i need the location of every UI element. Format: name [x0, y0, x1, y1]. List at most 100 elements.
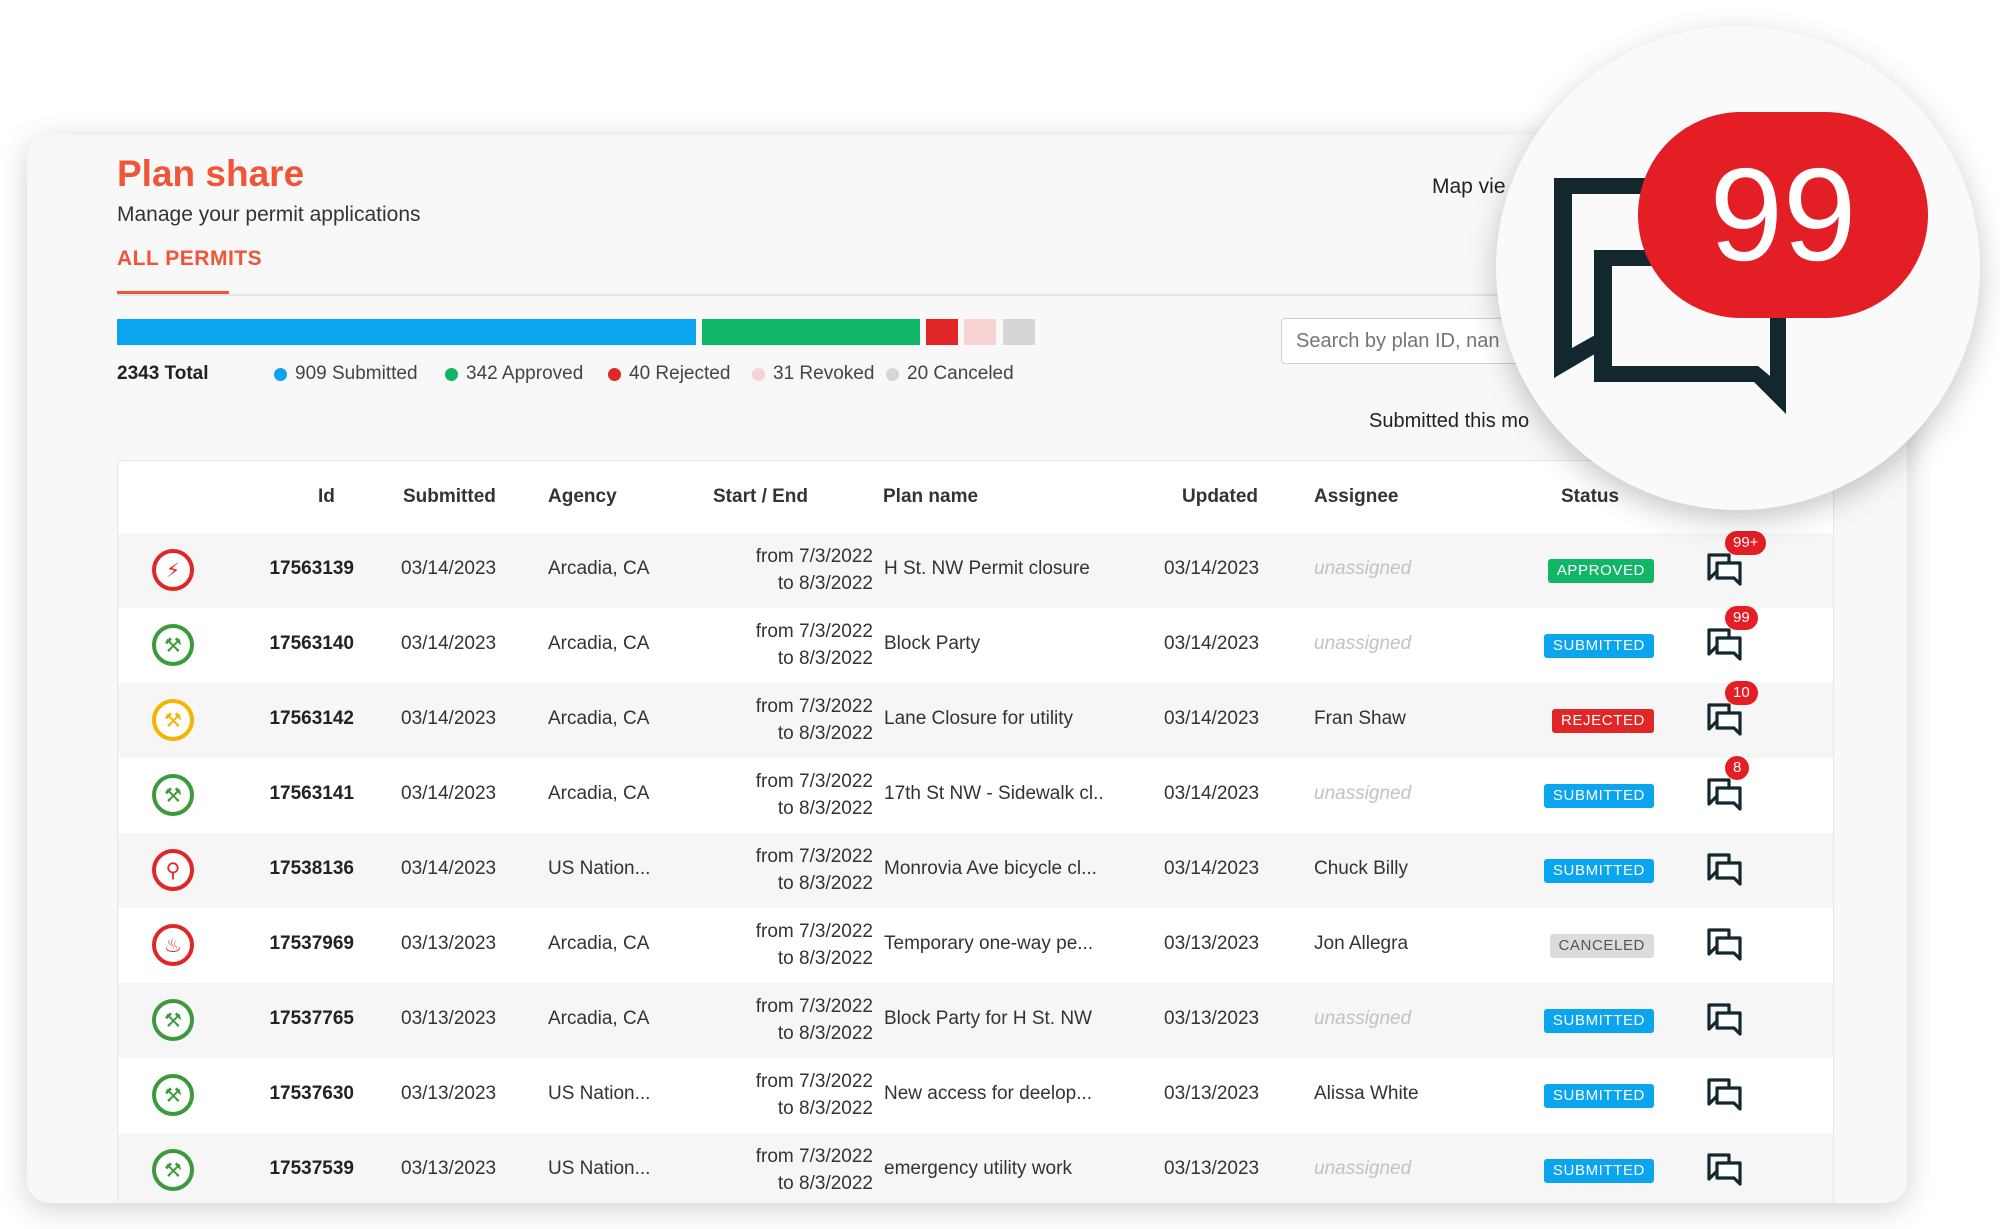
- end-date: to 8/3/2022: [777, 648, 873, 669]
- column-plan-name[interactable]: Plan name: [883, 486, 978, 508]
- table-row[interactable]: ⚒ 17563141 03/14/2023 Arcadia, CA from 7/3/2…: [118, 756, 1833, 833]
- plan-name[interactable]: Lane Closure for utility: [884, 708, 1073, 730]
- table-row[interactable]: ⚒ 17537539 03/13/2023 US Nation... from 7/3/…: [118, 1133, 1833, 1203]
- plan-name[interactable]: Temporary one-way pe...: [884, 933, 1093, 955]
- permit-id[interactable]: 17537539: [244, 1158, 354, 1180]
- plan-name[interactable]: H St. NW Permit closure: [884, 558, 1090, 580]
- messages-button[interactable]: 99+: [1707, 531, 1767, 587]
- table-row[interactable]: ⚒ 17563140 03/14/2023 Arcadia, CA from 7/3/2…: [118, 606, 1833, 683]
- table-row[interactable]: ⚲ 17538136 03/14/2023 US Nation... from 7/3/…: [118, 833, 1833, 908]
- permit-id[interactable]: 17563142: [244, 708, 354, 730]
- table-row[interactable]: ♨ 17537969 03/13/2023 Arcadia, CA from 7/3/2…: [118, 908, 1833, 983]
- submitted-this-month-filter[interactable]: Submitted this mo: [1369, 410, 1529, 433]
- plan-name[interactable]: New access for deelop...: [884, 1083, 1092, 1105]
- start-end-dates: from 7/3/2022 to 8/3/2022: [713, 843, 873, 897]
- assignee[interactable]: unassigned: [1314, 783, 1411, 805]
- messages-button[interactable]: [1707, 853, 1743, 887]
- total-count: 2343 Total: [117, 363, 209, 384]
- submitted-date: 03/14/2023: [401, 783, 497, 804]
- column-agency[interactable]: Agency: [548, 486, 617, 508]
- permit-id[interactable]: 17538136: [244, 858, 354, 880]
- rejected-dot: [608, 367, 621, 381]
- status-badge: SUBMITTED: [1543, 1159, 1654, 1183]
- status-badge: SUBMITTED: [1543, 634, 1654, 658]
- updated-date: 03/14/2023: [1164, 783, 1260, 804]
- message-count-badge: 8: [1725, 756, 1750, 780]
- messages-button[interactable]: [1707, 1003, 1743, 1037]
- agency: US Nation...: [548, 1083, 651, 1104]
- column-start-end[interactable]: Start / End: [713, 486, 808, 508]
- messages-button[interactable]: [1707, 928, 1743, 962]
- updated-date: 03/14/2023: [1164, 633, 1260, 654]
- assignee[interactable]: unassigned: [1314, 558, 1411, 580]
- plan-name[interactable]: Block Party: [884, 633, 980, 655]
- end-date: to 8/3/2022: [777, 948, 873, 969]
- assignee[interactable]: Alissa White: [1314, 1083, 1419, 1105]
- legend-revoked-label: 31 Revoked: [773, 363, 875, 384]
- table-row[interactable]: ⚒ 17537765 03/13/2023 Arcadia, CA from 7/3/2…: [118, 983, 1833, 1058]
- page-title: Plan share: [117, 153, 305, 194]
- assignee[interactable]: unassigned: [1314, 633, 1411, 655]
- agency: Arcadia, CA: [548, 633, 650, 654]
- messages-button[interactable]: 10: [1707, 681, 1758, 737]
- agency: Arcadia, CA: [548, 1008, 650, 1029]
- permit-id[interactable]: 17537969: [244, 933, 354, 955]
- plan-name[interactable]: emergency utility work: [884, 1158, 1072, 1180]
- permit-id[interactable]: 17537765: [244, 1008, 354, 1030]
- water-tap-icon: ⚲: [152, 849, 194, 891]
- agency: US Nation...: [548, 1158, 651, 1179]
- plan-name[interactable]: Monrovia Ave bicycle cl...: [884, 858, 1097, 880]
- status-badge: REJECTED: [1552, 709, 1654, 733]
- chat-icon: [1707, 628, 1743, 666]
- legend-revoked[interactable]: 31 Revoked: [752, 363, 874, 385]
- messages-button[interactable]: 8: [1707, 756, 1750, 812]
- updated-date: 03/13/2023: [1164, 1008, 1260, 1029]
- legend-rejected-label: 40 Rejected: [629, 363, 731, 384]
- permit-id[interactable]: 17563140: [244, 633, 354, 655]
- assignee[interactable]: unassigned: [1314, 1158, 1411, 1180]
- construction-worker-icon: ⚒: [152, 999, 194, 1041]
- submitted-date: 03/13/2023: [401, 1083, 497, 1104]
- plan-name[interactable]: 17th St NW - Sidewalk cl..: [884, 783, 1104, 805]
- updated-date: 03/14/2023: [1164, 708, 1260, 729]
- agency: Arcadia, CA: [548, 558, 650, 579]
- legend-approved[interactable]: 342 Approved: [445, 363, 583, 385]
- plan-name[interactable]: Block Party for H St. NW: [884, 1008, 1092, 1030]
- assignee[interactable]: Fran Shaw: [1314, 708, 1406, 730]
- start-date: from 7/3/2022: [755, 1146, 873, 1167]
- column-id[interactable]: Id: [318, 486, 335, 508]
- column-updated[interactable]: Updated: [1182, 486, 1258, 508]
- permit-id[interactable]: 17563141: [244, 783, 354, 805]
- revoked-dot: [752, 367, 765, 381]
- table-header: Id Submitted Agency Start / End Plan nam…: [118, 461, 1833, 533]
- table-row[interactable]: ⚡ 17563139 03/14/2023 Arcadia, CA from 7/3/2…: [118, 531, 1833, 608]
- column-submitted[interactable]: Submitted: [403, 486, 496, 508]
- permit-id[interactable]: 17563139: [244, 558, 354, 580]
- column-status[interactable]: Status: [1561, 486, 1619, 508]
- permit-id[interactable]: 17537630: [244, 1083, 354, 1105]
- messages-button[interactable]: 99: [1707, 606, 1758, 662]
- messages-button[interactable]: [1707, 1078, 1743, 1112]
- assignee[interactable]: Chuck Billy: [1314, 858, 1408, 880]
- legend-submitted[interactable]: 909 Submitted: [274, 363, 418, 385]
- legend-rejected[interactable]: 40 Rejected: [608, 363, 730, 385]
- assignee[interactable]: unassigned: [1314, 1008, 1411, 1030]
- start-date: from 7/3/2022: [755, 996, 873, 1017]
- bar-segment-rejected: [925, 319, 958, 345]
- submitted-date: 03/14/2023: [401, 558, 497, 579]
- start-date: from 7/3/2022: [755, 1071, 873, 1092]
- map-view-toggle[interactable]: Map vie: [1432, 175, 1506, 199]
- column-assignee[interactable]: Assignee: [1314, 486, 1398, 508]
- assignee[interactable]: Jon Allegra: [1314, 933, 1408, 955]
- start-end-dates: from 7/3/2022 to 8/3/2022: [713, 693, 873, 747]
- table-row[interactable]: ⚒ 17563142 03/14/2023 Arcadia, CA from 7/3/2…: [118, 681, 1833, 758]
- tab-all-permits[interactable]: ALL PERMITS: [117, 247, 262, 271]
- chat-icon: [1707, 703, 1743, 741]
- table-row[interactable]: ⚒ 17537630 03/13/2023 US Nation... from 7/3/…: [118, 1058, 1833, 1133]
- page-subtitle: Manage your permit applications: [117, 203, 421, 226]
- submitted-date: 03/13/2023: [401, 1158, 497, 1179]
- messages-button[interactable]: [1707, 1153, 1743, 1187]
- construction-worker-icon: ⚒: [152, 1074, 194, 1116]
- start-date: from 7/3/2022: [755, 546, 873, 567]
- legend-canceled[interactable]: 20 Canceled: [886, 363, 1014, 385]
